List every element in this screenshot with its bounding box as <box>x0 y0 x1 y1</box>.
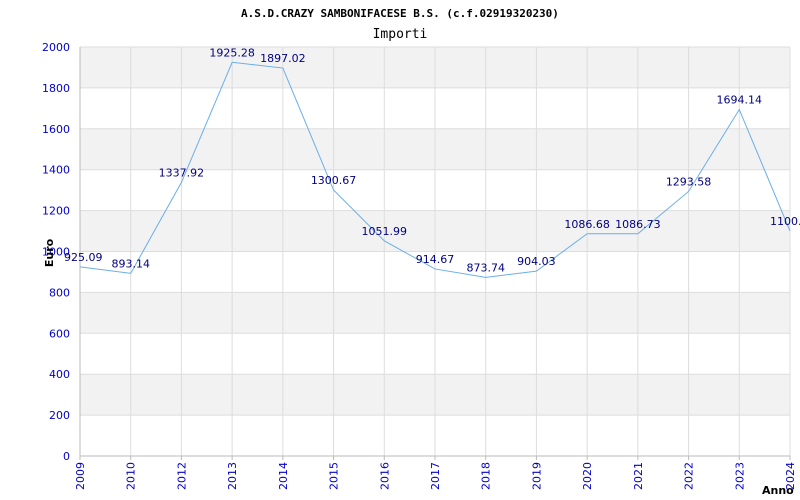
data-label: 1293.58 <box>666 175 712 188</box>
data-label: 1694.14 <box>717 94 763 107</box>
x-tick-label: 2012 <box>175 462 188 490</box>
y-tick-label: 1600 <box>42 123 70 136</box>
y-tick-label: 400 <box>49 368 70 381</box>
x-tick-label: 2009 <box>74 462 87 490</box>
data-label: 925.09 <box>64 251 103 264</box>
x-tick-labels: 2009 2010 2012 2013 2014 2015 2016 2017 2018 2019… <box>74 462 797 490</box>
y-tick-label: 0 <box>63 450 70 463</box>
y-axis-label: Euro <box>43 238 56 267</box>
y-tick-label: 1800 <box>42 82 70 95</box>
x-tick-label: 2013 <box>226 462 239 490</box>
y-tick-label: 1400 <box>42 164 70 177</box>
x-tick-label: 2020 <box>581 462 594 490</box>
data-label: 1925.28 <box>209 46 255 59</box>
data-label: 1300.67 <box>311 174 357 187</box>
data-label: 893.14 <box>111 257 150 270</box>
chart-subtitle: Importi <box>373 27 428 42</box>
data-label: 1337.92 <box>159 166 205 179</box>
x-tick-label: 2014 <box>277 462 290 490</box>
x-tick-label: 2010 <box>125 462 138 490</box>
x-tick-label: 2019 <box>530 462 543 490</box>
line-chart: A.S.D.CRAZY SAMBONIFACESE B.S. (c.f.0291… <box>42 7 800 497</box>
x-tick-label: 2018 <box>480 462 493 490</box>
x-tick-label: 2016 <box>378 462 391 490</box>
x-tick-label: 2015 <box>328 462 341 490</box>
data-label: 1897.02 <box>260 52 306 65</box>
data-label: 1086.68 <box>564 218 610 231</box>
chart-title: A.S.D.CRAZY SAMBONIFACESE B.S. (c.f.0291… <box>241 7 559 20</box>
data-label: 904.03 <box>517 255 556 268</box>
x-tick-label: 2023 <box>733 462 746 490</box>
data-label: 1051.99 <box>362 225 408 238</box>
data-label: 873.74 <box>466 261 505 274</box>
x-tick-label: 2017 <box>429 462 442 490</box>
data-label: 1086.73 <box>615 218 661 231</box>
x-axis-label: Anno <box>762 484 794 497</box>
y-tick-label: 200 <box>49 409 70 422</box>
x-tick-label: 2021 <box>632 462 645 490</box>
y-tick-label: 1200 <box>42 205 70 218</box>
data-label: 1100.4 <box>770 215 800 228</box>
y-tick-label: 800 <box>49 286 70 299</box>
y-tick-label: 600 <box>49 327 70 340</box>
y-tick-label: 2000 <box>42 41 70 54</box>
x-tick-label: 2022 <box>683 462 696 490</box>
data-label: 914.67 <box>416 253 455 266</box>
